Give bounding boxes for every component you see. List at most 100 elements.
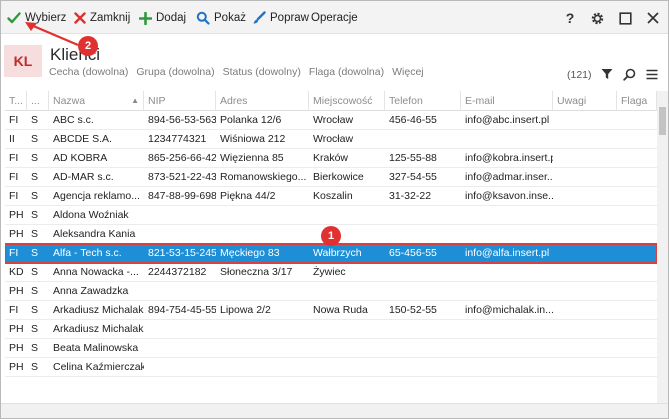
gear-icon [591,12,603,24]
cell-city [309,320,385,339]
cell-notes [553,130,617,149]
table-row[interactable]: PH S Celina Kaźmierczak [5,358,657,377]
close-list-button-label: Zamknij [90,12,131,24]
cell-nip: 1234774321 [148,133,207,145]
cell-notes [553,301,617,320]
filter-group[interactable]: Grupa (dowolna) [136,66,214,78]
cell-flag [617,244,657,263]
cell-type: PH [9,209,24,221]
close-window-button[interactable] [643,8,663,28]
cell-status: S [31,114,39,126]
filter-status[interactable]: Status (dowolny) [223,66,301,78]
close-list-button[interactable]: Zamknij [74,8,130,28]
col-type[interactable]: T... [5,91,27,111]
scrollbar-thumb[interactable] [659,107,666,135]
col-email[interactable]: E-mail [461,91,553,111]
table-row[interactable]: II S ABCDE S.A. 1234774321 Wiśniowa 212 Wrocł… [5,130,657,149]
table-row[interactable]: PH S Aldona Woźniak [5,206,657,225]
table-row[interactable]: FI S AD-MAR s.c. 873-521-22-43 Romanowskiego… [5,168,657,187]
module-logo: KL [4,45,42,77]
cell-flag [617,263,657,282]
clients-table: T... ... Nazwa ▲ NIP Adres Miejscowość T… [5,91,657,411]
cell-nip: 847-88-99-698 [148,190,216,202]
select-button-label: Wybierz [25,12,67,24]
settings-button[interactable] [587,8,607,28]
menu-icon [646,69,658,79]
menu-button[interactable] [644,66,660,82]
cell-status: S [31,361,39,373]
filter-feature[interactable]: Cecha (dowolna) [49,66,128,78]
filter-button[interactable] [599,66,615,82]
table-row[interactable]: PH S Arkadiusz Michalak [5,320,657,339]
table-row[interactable]: FI S Arkadiusz Michalak 894-754-45-55 Lipowa… [5,301,657,320]
toolbar: Wybierz Zamknij Dodaj Pokaż Popraw Opera… [1,1,668,34]
cell-email: info@alfa.insert.pl [465,247,550,259]
cell-type: FI [9,190,19,202]
cell-flag [617,339,657,358]
horizontal-scrollbar[interactable] [1,403,668,418]
table-row[interactable]: FI S Agencja reklamo... 847-88-99-698 Piękna… [5,187,657,206]
cell-type: PH [9,228,24,240]
col-nip[interactable]: NIP [144,91,216,111]
cell-notes [553,244,617,263]
vertical-scrollbar[interactable] [657,91,668,403]
cell-notes [553,358,617,377]
cell-notes [553,206,617,225]
cell-flag [617,225,657,244]
show-button-label: Pokaż [214,12,246,24]
col-flag[interactable]: Flaga [617,91,657,111]
filter-more[interactable]: Więcej [392,66,424,78]
cell-type: KD [9,266,24,278]
cell-nip: 873-521-22-43 [148,171,216,183]
plus-icon [139,11,152,25]
table-row[interactable]: PH S Anna Zawadzka [5,282,657,301]
brush-icon [253,11,266,24]
cell-address [216,339,309,358]
cell-name: Aldona Woźniak [53,209,129,221]
maximize-button[interactable] [615,8,635,28]
col-notes[interactable]: Uwagi [553,91,617,111]
cell-notes [553,320,617,339]
col-city[interactable]: Miejscowość [309,91,385,111]
table-row[interactable]: FI S ABC s.c. 894-56-53-563 Polanka 12/6 Wroc… [5,111,657,130]
cell-type: FI [9,304,19,316]
cell-city: Żywiec [313,266,346,278]
cell-email [461,206,553,225]
add-button[interactable]: Dodaj [139,8,186,28]
cell-nip [144,339,216,358]
cell-city [309,206,385,225]
col-address[interactable]: Adres [216,91,309,111]
cell-notes [553,225,617,244]
cell-status: S [31,209,39,221]
table-row-selected[interactable]: FI S Alfa - Tech s.c. 821-53-15-245 Męckiego… [5,243,657,264]
help-button[interactable]: ? [560,8,580,28]
cell-address [216,358,309,377]
cell-notes [553,282,617,301]
cell-email [461,225,553,244]
col-phone[interactable]: Telefon [385,91,461,111]
edit-button[interactable]: Popraw [252,8,309,28]
cell-name: Agencja reklamo... [53,190,140,202]
cell-status: S [31,304,39,316]
filter-bar: Cecha (dowolna) Grupa (dowolna) Status (… [49,66,432,78]
search-button[interactable] [621,66,637,82]
col-status[interactable]: ... [27,91,49,111]
cell-name: Aleksandra Kania [53,228,136,240]
select-button[interactable]: Wybierz [7,8,66,28]
table-row[interactable]: PH S Beata Malinowska [5,339,657,358]
cell-nip [144,282,216,301]
cell-city: Koszalin [313,190,353,202]
operations-menu[interactable]: Operacje [311,8,358,28]
cell-name: Anna Nowacka -... [53,266,139,278]
add-button-label: Dodaj [156,12,187,24]
cell-phone [385,130,461,149]
cell-notes [553,187,617,206]
table-row[interactable]: KD S Anna Nowacka -... 2244372182 Słoneczna … [5,263,657,282]
col-name[interactable]: Nazwa ▲ [49,91,144,111]
cell-flag [617,149,657,168]
cell-address [216,320,309,339]
show-button[interactable]: Pokaż [196,8,246,28]
table-row[interactable]: FI S AD KOBRA 865-256-66-42 Więzienna 85 Krak… [5,149,657,168]
cell-phone: 65-456-55 [389,247,437,259]
filter-flag[interactable]: Flaga (dowolna) [309,66,384,78]
